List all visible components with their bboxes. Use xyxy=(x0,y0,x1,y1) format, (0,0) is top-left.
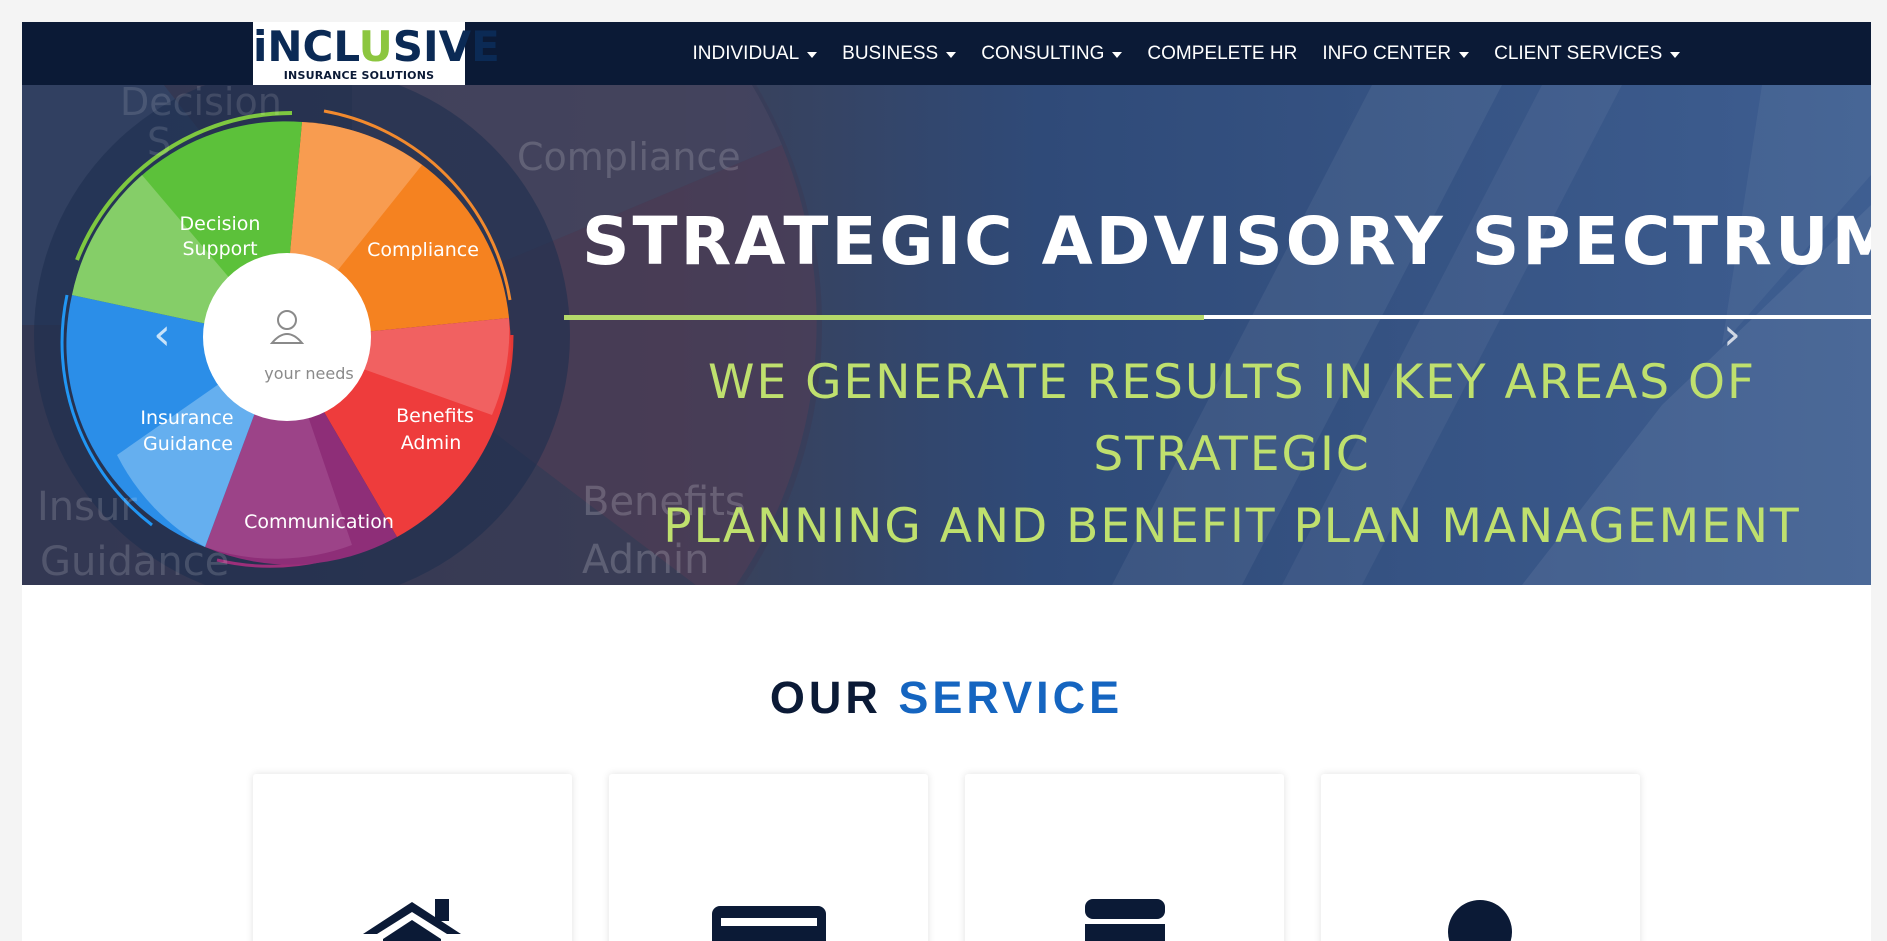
navbar: iNCLUSIVE INSURANCE SOLUTIONS INDIVIDUAL… xyxy=(22,22,1871,85)
carousel-prev-button[interactable]: ‹ xyxy=(142,313,182,357)
service-card-user[interactable] xyxy=(1321,774,1640,941)
caret-down-icon xyxy=(807,51,818,58)
home-icon xyxy=(363,899,461,941)
services-title: OUR SERVICE xyxy=(22,672,1871,724)
hero-subtitle: WE GENERATE RESULTS IN KEY AREAS OF STRA… xyxy=(582,347,1871,563)
carousel-next-button[interactable]: › xyxy=(1712,313,1752,357)
faded-label-guidance: Guidance xyxy=(40,539,229,585)
services-title-accent: SERVICE xyxy=(898,672,1124,723)
caret-down-icon xyxy=(1459,51,1470,58)
caret-down-icon xyxy=(1670,51,1681,58)
faded-label-decision: Decision xyxy=(120,85,282,124)
faded-label-decision-s: S xyxy=(147,120,171,164)
page: iNCLUSIVE INSURANCE SOLUTIONS INDIVIDUAL… xyxy=(22,22,1871,941)
hero-divider xyxy=(1204,315,1871,319)
service-card-wallet[interactable] xyxy=(965,774,1284,941)
nav-item-info-center[interactable]: INFO CENTER xyxy=(1310,43,1482,65)
caret-down-icon xyxy=(946,51,957,58)
hero-subtitle-line1: WE GENERATE RESULTS IN KEY AREAS OF STRA… xyxy=(707,355,1757,482)
hero-title: STRATEGIC ADVISORY SPECTRUM xyxy=(582,203,1871,280)
hero-carousel: Decision Support Compliance Benefits Adm… xyxy=(22,85,1871,585)
faded-label-insur: Insur xyxy=(37,484,137,530)
services-title-primary: OUR xyxy=(769,672,899,723)
main-nav: INDIVIDUAL BUSINESS CONSULTING COMPELETE… xyxy=(680,22,1693,85)
service-card-home[interactable] xyxy=(253,774,572,941)
nav-item-consulting[interactable]: CONSULTING xyxy=(969,43,1135,65)
logo-wordmark: iNCLUSIVE xyxy=(253,22,500,71)
caret-down-icon xyxy=(1112,51,1123,58)
nav-item-complete-hr[interactable]: COMPELETE HR xyxy=(1135,43,1310,65)
credit-card-icon xyxy=(712,906,826,941)
user-icon xyxy=(1448,900,1512,941)
logo-subtitle: INSURANCE SOLUTIONS xyxy=(283,69,435,82)
hero-divider-accent xyxy=(564,315,1204,320)
nav-item-client-services[interactable]: CLIENT SERVICES xyxy=(1482,43,1693,65)
brand-logo[interactable]: iNCLUSIVE INSURANCE SOLUTIONS xyxy=(253,22,500,85)
service-card-credit[interactable] xyxy=(609,774,928,941)
nav-item-individual[interactable]: INDIVIDUAL xyxy=(680,43,830,65)
hero-subtitle-line2: PLANNING AND BENEFIT PLAN MANAGEMENT xyxy=(663,499,1801,554)
wallet-icon xyxy=(1085,899,1165,941)
faded-label-compliance: Compliance xyxy=(517,135,741,179)
nav-item-business[interactable]: BUSINESS xyxy=(830,43,969,65)
